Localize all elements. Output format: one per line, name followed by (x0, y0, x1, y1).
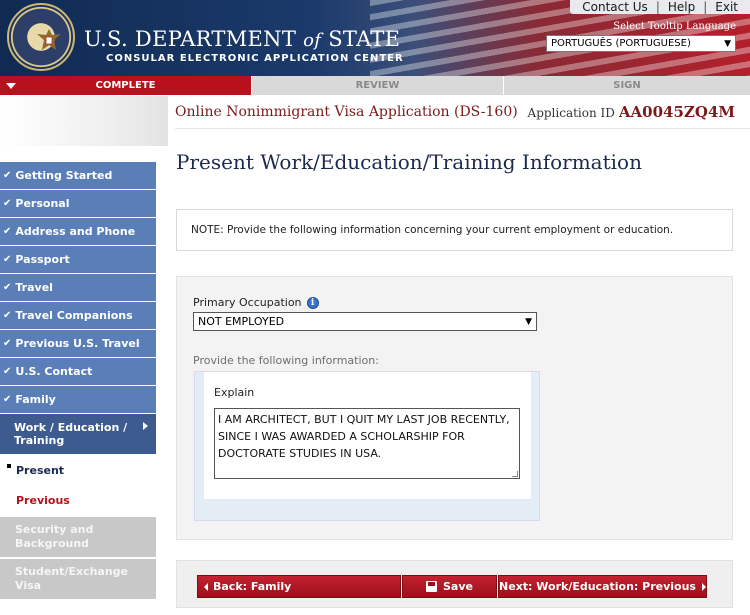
progress-step-sign: SIGN (503, 76, 750, 95)
explain-label: Explain (214, 386, 255, 399)
check-icon: ✔ (3, 254, 12, 265)
sidebar-subitem-present[interactable]: Present (0, 455, 156, 485)
sidebar-item-getting-started[interactable]: ✔ Getting Started (0, 162, 156, 189)
sidebar-subitem-label: Present (16, 463, 65, 477)
sidebar-subitem-label: Previous (16, 493, 70, 507)
check-icon: ✔ (3, 366, 12, 377)
application-id-label: Application ID (527, 106, 615, 120)
check-icon: ✔ (3, 282, 12, 293)
site-header: U.S. DEPARTMENT of STATE CONSULAR ELECTR… (0, 0, 750, 76)
contact-us-link[interactable]: Contact Us (574, 0, 656, 14)
info-icon[interactable]: i (306, 296, 319, 309)
form-title: Online Nonimmigrant Visa Application (DS… (175, 104, 518, 120)
progress-step-review: REVIEW (251, 76, 503, 95)
sidebar-item-label: Travel (15, 281, 53, 294)
sidebar-item-label: Travel Companions (15, 309, 133, 322)
sidebar-item-label: Previous U.S. Travel (15, 337, 140, 350)
sidebar-item-passport[interactable]: ✔ Passport (0, 246, 156, 273)
next-button-label: Next: Work/Education: Previous (499, 580, 696, 593)
save-button-label: Save (443, 580, 473, 593)
application-id: Application ID AA0045ZQ4M (528, 103, 735, 121)
save-button[interactable]: Save (402, 575, 497, 598)
explain-container: Explain I AM ARCHITECT, BUT I QUIT MY LA… (194, 371, 540, 521)
chevron-right-icon (143, 422, 148, 430)
divider (175, 128, 750, 129)
provide-info-label: Provide the following information: (193, 354, 379, 367)
sidebar-item-label: U.S. Contact (15, 365, 93, 378)
dos-seal-icon (7, 3, 75, 71)
sidebar-item-label: Address and Phone (15, 225, 136, 238)
bullet-icon (7, 464, 11, 468)
primary-occupation-select[interactable]: NOT EMPLOYED ▼ (193, 312, 537, 331)
explain-textarea[interactable]: I AM ARCHITECT, BUT I QUIT MY LAST JOB R… (214, 408, 520, 479)
sidebar-item-previous-us-travel[interactable]: ✔ Previous U.S. Travel (0, 330, 156, 357)
sidebar-subitem-previous[interactable]: Previous (0, 485, 156, 515)
sidebar-item-label: Family (15, 393, 56, 406)
sidebar-item-address-phone[interactable]: ✔ Address and Phone (0, 218, 156, 245)
note-box: NOTE: Provide the following information … (176, 209, 733, 251)
progress-step-complete-label: COMPLETE (95, 80, 156, 91)
application-id-value: AA0045ZQ4M (618, 103, 735, 121)
check-icon: ✔ (3, 310, 12, 321)
sidebar-item-label: Passport (15, 253, 70, 266)
primary-occupation-label-text: Primary Occupation (193, 296, 302, 309)
sidebar-item-label: Security and Background (15, 523, 94, 550)
progress-step-complete[interactable]: COMPLETE (0, 76, 251, 95)
sidebar-item-student-exchange: Student/Exchange Visa (0, 559, 156, 599)
sidebar-item-label: Personal (15, 197, 70, 210)
note-text: NOTE: Provide the following information … (191, 224, 674, 236)
sidebar-item-label: Getting Started (15, 169, 113, 182)
back-button[interactable]: Back: Family (197, 575, 401, 598)
occupation-form-panel: Primary Occupation i NOT EMPLOYED ▼ Prov… (176, 276, 733, 540)
sidebar: ✔ Getting Started ✔ Personal ✔ Address and … (0, 162, 156, 599)
check-icon: ✔ (3, 198, 12, 209)
dept-title-state: STATE (328, 27, 401, 51)
eagle-icon (37, 29, 61, 50)
caret-down-icon (6, 83, 16, 89)
tooltip-language-label: Select Tooltip Language (613, 21, 736, 32)
exit-link[interactable]: Exit (707, 0, 746, 14)
check-icon: ✔ (3, 394, 12, 405)
sidebar-item-travel[interactable]: ✔ Travel (0, 274, 156, 301)
dropdown-arrow-icon: ▼ (525, 316, 532, 327)
header-shadow (0, 96, 168, 146)
sidebar-item-security: Security and Background (0, 517, 156, 557)
sidebar-item-travel-companions[interactable]: ✔ Travel Companions (0, 302, 156, 329)
button-panel: Back: Family Save Next: Work/Education: … (176, 560, 733, 608)
sidebar-item-personal[interactable]: ✔ Personal (0, 190, 156, 217)
sidebar-item-label: Work / Education / Training (14, 421, 128, 447)
progress-bar: COMPLETE REVIEW SIGN (0, 76, 750, 95)
dept-title: U.S. DEPARTMENT of STATE (84, 27, 400, 51)
page-root: U.S. DEPARTMENT of STATE CONSULAR ELECTR… (0, 0, 750, 615)
primary-occupation-label: Primary Occupation i (193, 296, 319, 309)
sidebar-item-us-contact[interactable]: ✔ U.S. Contact (0, 358, 156, 385)
tooltip-language-select[interactable]: PORTUGUÊS (PORTUGUESE) ▼ (546, 35, 736, 52)
check-icon: ✔ (3, 226, 12, 237)
check-icon: ✔ (3, 338, 12, 349)
next-button[interactable]: Next: Work/Education: Previous (498, 575, 707, 598)
save-disk-icon (426, 581, 437, 592)
back-button-label: Back: Family (213, 580, 292, 593)
dept-subtitle: CONSULAR ELECTRONIC APPLICATION CENTER (106, 53, 404, 64)
progress-step-review-label: REVIEW (355, 80, 400, 91)
sidebar-item-family[interactable]: ✔ Family (0, 386, 156, 413)
check-icon: ✔ (3, 170, 12, 181)
progress-step-sign-label: SIGN (613, 80, 641, 91)
tooltip-language-value: PORTUGUÊS (PORTUGUESE) (551, 38, 691, 49)
arrow-left-icon (204, 582, 208, 591)
explain-inner: Explain I AM ARCHITECT, BUT I QUIT MY LA… (204, 372, 531, 499)
page-title: Present Work/Education/Training Informat… (176, 150, 642, 174)
primary-occupation-value: NOT EMPLOYED (198, 315, 285, 328)
sidebar-item-label: Student/Exchange Visa (15, 565, 129, 592)
sidebar-item-work-education[interactable]: Work / Education / Training (0, 414, 156, 454)
help-link[interactable]: Help (660, 0, 703, 14)
resize-handle-icon[interactable] (512, 471, 518, 477)
dept-title-of: of (303, 30, 322, 51)
dropdown-arrow-icon: ▼ (724, 38, 731, 49)
top-nav: Contact Us | Help | Exit (570, 0, 750, 14)
arrow-right-icon (701, 582, 706, 591)
dept-title-main: U.S. DEPARTMENT (84, 27, 297, 51)
explain-text-value: I AM ARCHITECT, BUT I QUIT MY LAST JOB R… (218, 413, 510, 460)
